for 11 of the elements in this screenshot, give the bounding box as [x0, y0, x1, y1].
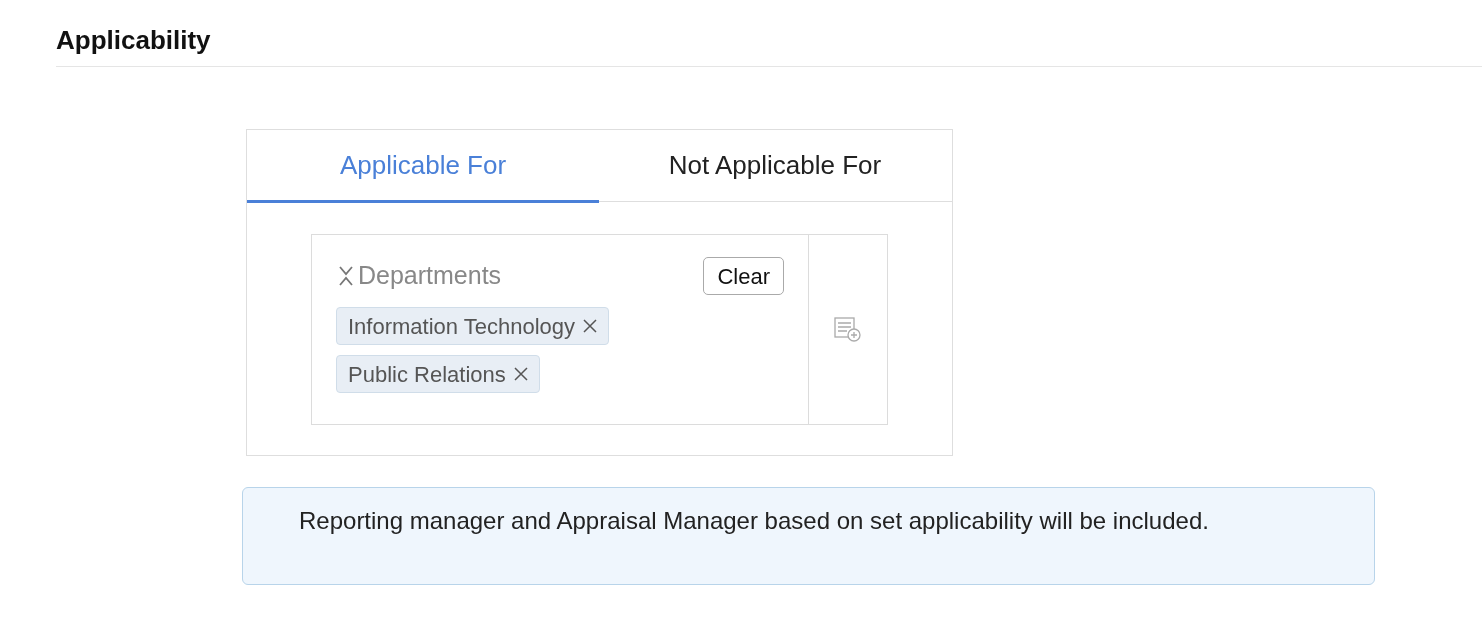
criteria-label: Departments — [358, 260, 502, 292]
tab[interactable]: Not Applicable For — [599, 130, 951, 203]
close-icon[interactable] — [513, 367, 528, 381]
tag-label: Public Relations — [348, 360, 506, 389]
close-icon[interactable] — [583, 319, 598, 333]
tab[interactable]: Applicable For — [247, 130, 599, 203]
info-message: Reporting manager and Appraisal Manager based on set applicability will be included. — [299, 508, 1210, 534]
tag-label: Information Technology — [348, 312, 576, 341]
collapse-icon[interactable] — [336, 265, 356, 287]
clear-button[interactable]: Clear — [703, 257, 784, 295]
section-title: Applicability — [56, 24, 211, 56]
